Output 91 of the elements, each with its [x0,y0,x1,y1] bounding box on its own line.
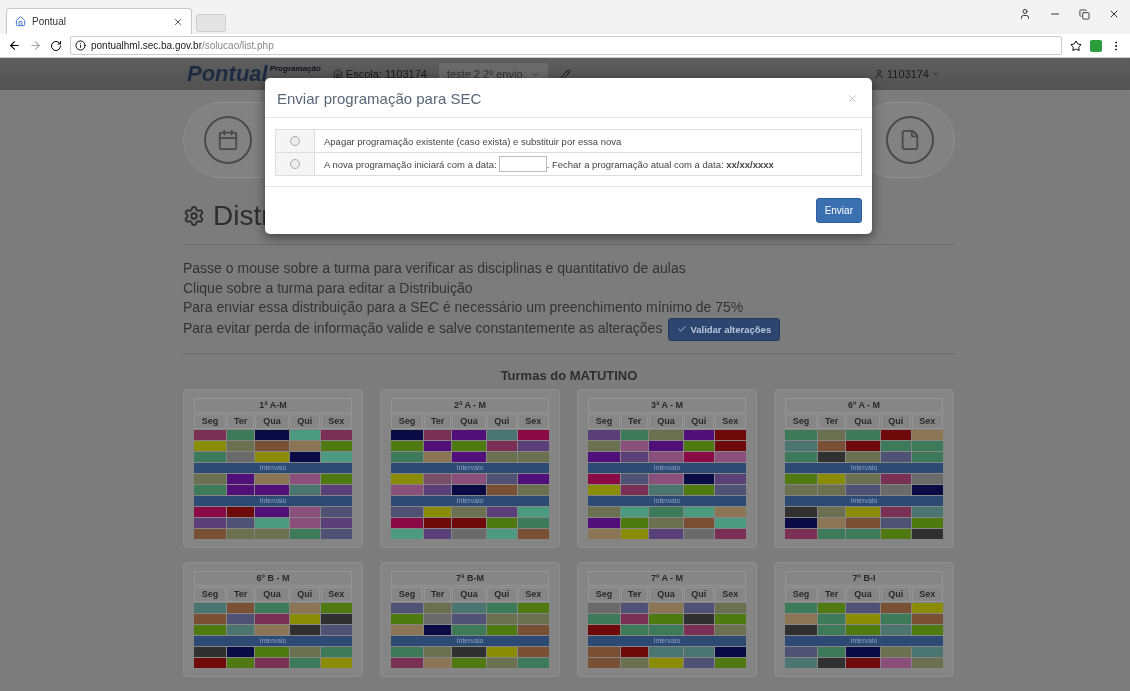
weekday-header: Ter [621,586,648,602]
tab-title: Pontual [32,16,67,27]
weekday-header: Qui [486,413,517,429]
class-title: 7º A - M [588,570,746,586]
option-row[interactable]: Apagar programação existente (caso exista) e substituir por essa nova [275,129,862,153]
weekday-header: Ter [424,413,451,429]
weekday-header: Sex [714,586,746,602]
weekday-header: Sex [911,586,943,602]
option-text: A nova programação iniciará com a data: [324,158,497,170]
weekday-header: Sex [320,413,352,429]
date-input[interactable] [498,156,547,172]
weekday-header: Qui [486,586,517,602]
profile-icon[interactable] [1019,8,1031,20]
forward-icon[interactable] [29,39,42,52]
weekday-header: Qua [845,586,880,602]
close-icon[interactable] [173,16,183,27]
brand-subtitle: Programação [269,64,321,73]
radio-button[interactable] [290,136,300,146]
restore-icon[interactable] [1079,8,1090,20]
user-menu[interactable]: 1103174 [887,68,929,80]
gear-icon [183,205,205,227]
instruction-text: Clique sobre a turma para editar a Distribuição [183,278,473,298]
weekday-header: Seg [391,586,424,602]
back-icon[interactable] [8,39,21,52]
class-title: 1ª A-M [194,397,352,413]
weekday-header: Qui [683,413,714,429]
extension-icon[interactable] [1090,39,1102,52]
class-title: 2ª A - M [391,397,549,413]
school-label: Escola: 1103174 [345,68,427,80]
url-host: pontualhml.sec.ba.gov.br [91,40,202,51]
validate-button[interactable]: Validar alterações [668,317,781,341]
weekday-header: Qui [880,413,911,429]
option-text: . Fechar a programação atual com a data: xx/xx/xxxx [546,158,774,170]
weekday-header: Ter [818,586,845,602]
weekday-header: Sex [714,413,746,429]
weekday-header: Qua [648,586,683,602]
send-button[interactable]: Enviar [815,198,862,223]
weekday-header: Qua [845,413,880,429]
weekday-header: Seg [588,586,621,602]
weekday-header: Seg [785,586,818,602]
weekday-header: Ter [424,586,451,602]
option-text: Apagar programação existente (caso exista) e substituir por essa nova [324,135,622,147]
section-title: Turmas do MATUTINO [499,367,639,383]
reload-icon[interactable] [50,39,62,52]
weekday-header: Seg [785,413,818,429]
class-title: 7ª B-M [391,570,549,586]
weekday-header: Ter [227,586,254,602]
weekday-header: Qua [254,413,289,429]
radio-button[interactable] [290,159,300,169]
browser-tab[interactable]: Pontual [6,8,192,34]
weekday-header: Qui [289,413,320,429]
weekday-header: Seg [194,413,227,429]
home-icon [332,69,343,79]
weekday-header: Qui [289,586,320,602]
weekday-header: Seg [391,413,424,429]
class-title: 7º B-I [785,570,943,586]
weekday-header: Seg [194,586,227,602]
check-icon [677,324,688,334]
weekday-header: Seg [588,413,621,429]
caret-icon[interactable] [932,70,940,78]
weekday-header: Qui [880,586,911,602]
address-field[interactable]: pontualhml.sec.ba.gov.br/solucao/list.php [70,36,1062,55]
site-icon [15,16,26,27]
close-icon[interactable] [1108,8,1120,20]
weekday-header: Qua [648,413,683,429]
weekday-header: Ter [818,413,845,429]
weekday-header: Qua [451,586,486,602]
weekday-header: Sex [517,586,549,602]
dialog-title: Enviar programação para SEC [277,90,482,107]
weekday-header: Sex [320,586,352,602]
class-title: 6º A - M [785,397,943,413]
option-row[interactable]: A nova programação iniciará com a data: . Fechar a programação atual com a data: xx/xx/xxxx [275,153,862,176]
document-step-icon[interactable] [886,116,934,164]
instruction-text: Passe o mouse sobre a turma para verificar as disciplinas e quantitativo de aulas [183,259,686,278]
user-icon [874,69,884,79]
weekday-header: Sex [517,413,549,429]
weekday-header: Ter [227,413,254,429]
info-icon [75,40,86,51]
star-icon[interactable] [1070,39,1082,52]
url-path: /solucao/list.php [202,40,274,51]
instruction-text: Para evitar perda de informação valide e salve constantemente as alterações [183,319,663,339]
pencil-icon[interactable] [559,68,571,80]
instruction-text: Para enviar essa distribuição para a SEC é necessário um preenchimento mínimo de 75% [183,298,744,317]
class-title: 3ª A - M [588,397,746,413]
weekday-header: Sex [911,413,943,429]
calendar-step-icon[interactable] [204,116,252,164]
class-title: 6º B - M [194,570,352,586]
weekday-header: Qua [254,586,289,602]
weekday-header: Qui [683,586,714,602]
weekday-header: Ter [621,413,648,429]
weekday-header: Qua [451,413,486,429]
